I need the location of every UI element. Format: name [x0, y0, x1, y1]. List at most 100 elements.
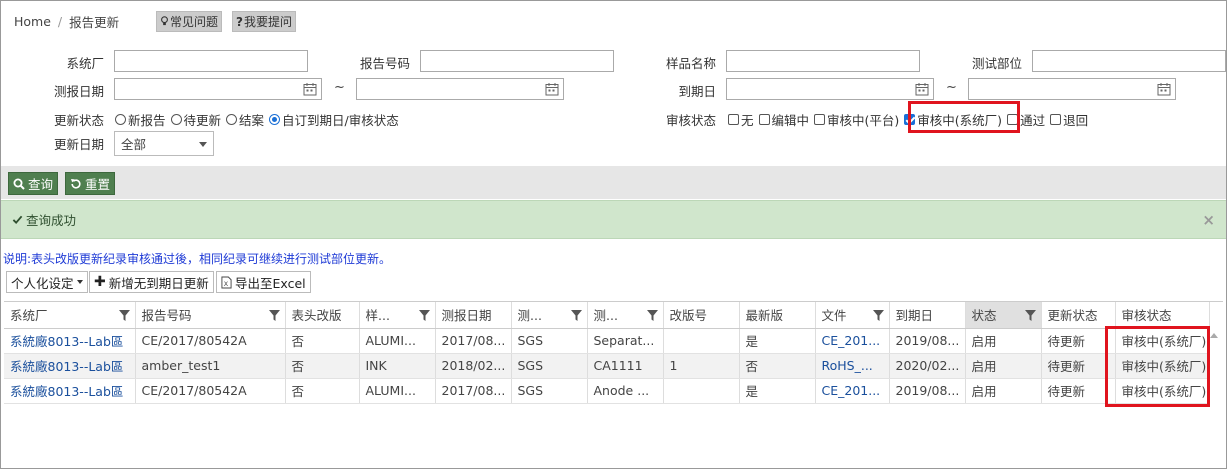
table-cell[interactable]: 系統廠8013--Lab區: [4, 353, 136, 379]
column-header-label: 样...: [365, 308, 390, 324]
checkbox-approved[interactable]: [1007, 114, 1019, 125]
table-cell: ALUMI...: [359, 378, 436, 404]
table-row[interactable]: 系統廠8013--Lab區 CE/2017/80542A 否 ALUMI... 2017…: [4, 378, 1210, 404]
table-cell: 2019/08...: [889, 328, 966, 354]
report-date-label: 测报日期: [53, 84, 104, 99]
table-cell: 否: [739, 353, 816, 379]
close-icon[interactable]: ×: [1202, 211, 1215, 229]
table-cell: 待更新: [1041, 353, 1116, 379]
column-header[interactable]: 系统厂: [4, 302, 136, 329]
scroll-up-icon[interactable]: [1209, 331, 1219, 339]
filter-icon[interactable]: [1024, 310, 1036, 321]
checkbox-label: 审核中(平台): [827, 113, 900, 128]
add-no-due-button[interactable]: ✚ 新增无到期日更新: [89, 271, 214, 293]
table-cell[interactable]: CE_201...: [815, 328, 890, 354]
add-no-due-label: 新增无到期日更新: [108, 275, 209, 291]
query-button[interactable]: 查询: [8, 172, 59, 195]
personalize-button[interactable]: 个人化设定: [6, 271, 88, 293]
calendar-icon[interactable]: [915, 82, 929, 96]
column-header[interactable]: 更新状态: [1041, 302, 1116, 329]
due-date-to[interactable]: [968, 78, 1176, 100]
filter-icon[interactable]: [118, 310, 130, 321]
column-header[interactable]: 报告号码: [135, 302, 286, 329]
column-header-label: 表头改版: [291, 308, 342, 324]
calendar-icon[interactable]: [303, 82, 317, 96]
table-cell: [663, 328, 740, 354]
faq-button[interactable]: 常见问题: [156, 11, 223, 32]
report-date-to[interactable]: [356, 78, 564, 100]
column-header[interactable]: 到期日: [889, 302, 966, 329]
column-header-label: 系统厂: [10, 308, 48, 324]
column-header[interactable]: 审核状态: [1115, 302, 1210, 329]
checkbox-review-system-factory[interactable]: [904, 114, 916, 125]
column-header[interactable]: 样...: [359, 302, 436, 329]
table-cell: amber_test1: [135, 353, 286, 379]
table-cell: 启用: [965, 328, 1042, 354]
filter-icon[interactable]: [268, 310, 280, 321]
radio-custom-due-review[interactable]: [269, 114, 281, 125]
export-excel-button[interactable]: X 导出至Excel: [216, 271, 311, 293]
table-cell: 1: [663, 353, 740, 379]
table-cell: SGS: [511, 328, 588, 354]
checkbox-review-platform[interactable]: [814, 114, 826, 125]
table-cell: 启用: [965, 353, 1042, 379]
update-date-select[interactable]: 全部: [114, 131, 214, 156]
reset-button[interactable]: 重置: [65, 172, 116, 195]
column-header[interactable]: 改版号: [663, 302, 740, 329]
column-header-label: 审核状态: [1121, 308, 1172, 324]
report-date-from[interactable]: [114, 78, 322, 100]
column-header[interactable]: 测...: [587, 302, 664, 329]
column-header[interactable]: 最新版: [739, 302, 816, 329]
filter-icon[interactable]: [418, 310, 430, 321]
report-grid: 系统厂 报告号码 表头改版 样... 测报日期 测... 测... 改版号 最新版 文件 到期日 状态…: [4, 301, 1223, 467]
table-cell: 审核中(系统厂): [1115, 353, 1210, 379]
report-no-input[interactable]: [420, 50, 614, 72]
table-cell: CE/2017/80542A: [135, 378, 286, 404]
ask-question-button[interactable]: ? 我要提问: [232, 11, 296, 32]
column-header[interactable]: 表头改版: [285, 302, 360, 329]
table-cell[interactable]: 系統廠8013--Lab區: [4, 378, 136, 404]
system-factory-label: 系统厂: [66, 56, 104, 71]
table-cell[interactable]: CE_201...: [815, 378, 890, 404]
table-cell[interactable]: RoHS_...: [815, 353, 890, 379]
filter-icon[interactable]: [646, 310, 658, 321]
column-header-label: 更新状态: [1047, 308, 1098, 324]
checkbox-editing[interactable]: [758, 114, 770, 125]
column-header-label: 文件: [821, 308, 847, 324]
filter-icon[interactable]: [872, 310, 884, 321]
search-icon: [13, 178, 25, 190]
table-cell: 待更新: [1041, 378, 1116, 404]
table-cell: Anode ...: [587, 378, 664, 404]
filter-icon[interactable]: [570, 310, 582, 321]
test-part-input[interactable]: [1032, 50, 1226, 72]
calendar-icon[interactable]: [545, 82, 559, 96]
checkbox-label: 审核中(系统厂): [917, 113, 1003, 128]
breadcrumb-home[interactable]: Home: [14, 14, 51, 29]
due-date-from[interactable]: [726, 78, 934, 100]
breadcrumb-current: 报告更新: [69, 15, 120, 30]
check-icon: [12, 215, 23, 225]
radio-pending-update[interactable]: [170, 114, 182, 125]
checkbox-returned[interactable]: [1050, 114, 1062, 125]
radio-closed[interactable]: [226, 114, 238, 125]
system-factory-input[interactable]: [114, 50, 308, 72]
radio-new-report[interactable]: [115, 114, 126, 125]
report-table: 系统厂 报告号码 表头改版 样... 测报日期 测... 测... 改版号 最新版 文件 到期日 状态…: [4, 302, 1210, 404]
column-header[interactable]: 测...: [511, 302, 588, 329]
column-header-label: 测...: [593, 308, 618, 324]
checkbox-none[interactable]: [728, 114, 739, 125]
column-header[interactable]: 测报日期: [435, 302, 512, 329]
column-header[interactable]: 文件: [815, 302, 890, 329]
sample-name-input[interactable]: [726, 50, 920, 72]
calendar-icon[interactable]: [1157, 82, 1171, 96]
lightbulb-icon: [161, 16, 168, 26]
table-row[interactable]: 系統廠8013--Lab區 CE/2017/80542A 否 ALUMI... 2017…: [4, 328, 1210, 354]
column-header[interactable]: 状态: [965, 302, 1042, 329]
table-cell[interactable]: 系統廠8013--Lab區: [4, 328, 136, 354]
table-row[interactable]: 系統廠8013--Lab區 amber_test1 否 INK 2018/02... SG…: [4, 353, 1210, 379]
update-date-value: 全部: [121, 137, 147, 152]
table-cell: 否: [285, 378, 360, 404]
table-body: 系統廠8013--Lab區 CE/2017/80542A 否 ALUMI... 2017…: [4, 328, 1210, 404]
table-cell: SGS: [511, 353, 588, 379]
checkbox-label: 通过: [1020, 113, 1046, 128]
